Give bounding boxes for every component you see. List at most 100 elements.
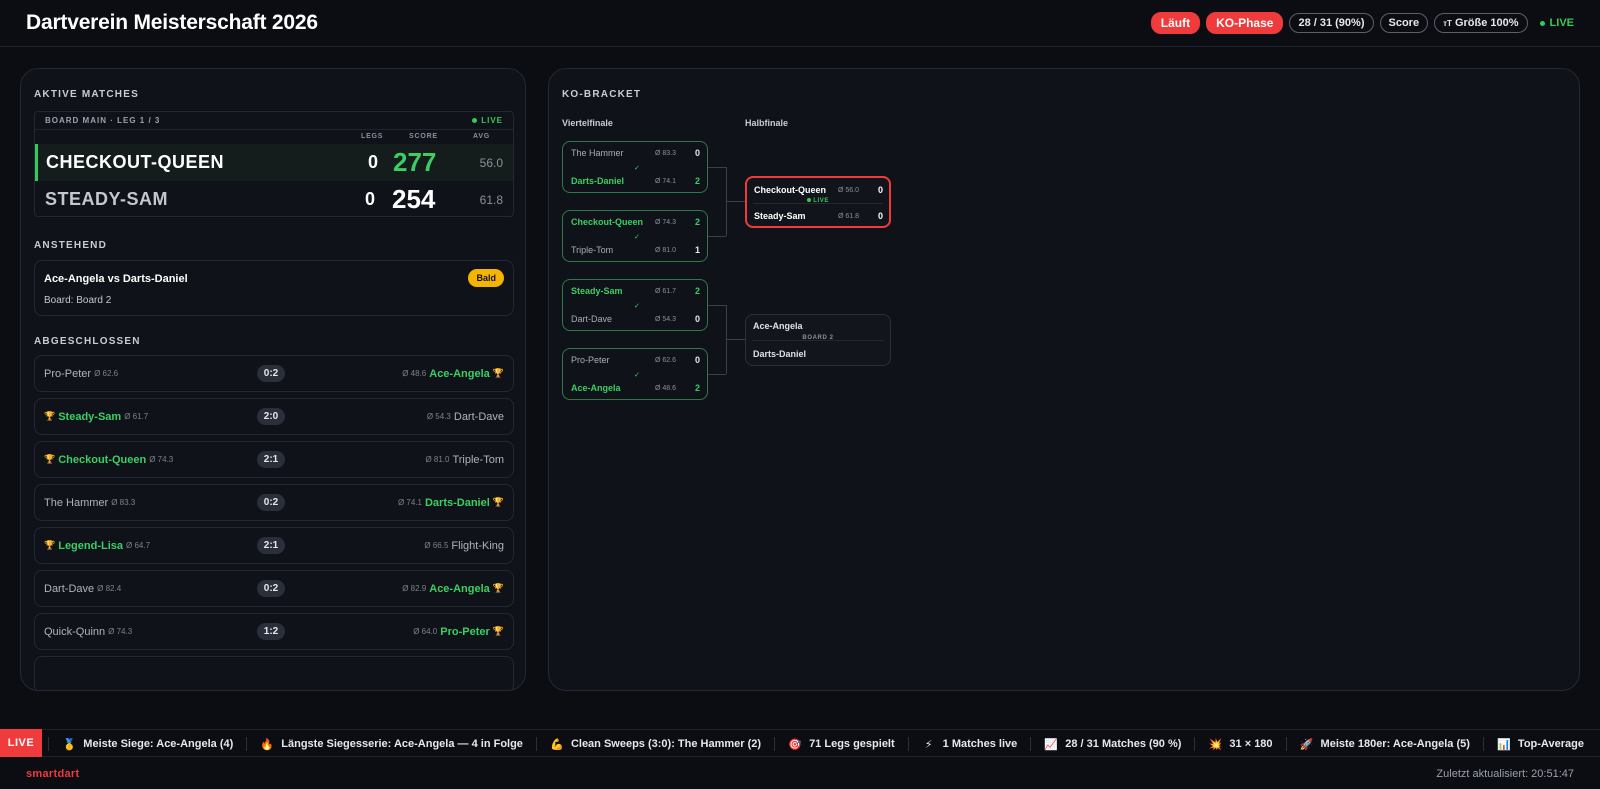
- ticker-icon: 💥: [1208, 738, 1223, 751]
- bracket-player: Pro-Peter: [571, 355, 610, 365]
- player-avg: Ø 82.4: [97, 584, 122, 593]
- semi-player-avg: Ø 56.0: [838, 187, 860, 194]
- quarterfinal-match[interactable]: The Hammer Ø 83.3 0 ✓ Darts-Daniel Ø 74.1 2: [562, 141, 708, 193]
- completed-right-player: Ø 54.3 Dart-Dave: [427, 411, 504, 423]
- player-avg: Ø 81.0: [425, 455, 450, 464]
- checkmark-icon: ✓: [634, 165, 640, 172]
- semifinal-match-pending[interactable]: Ace-Angela BOARD 2 Darts-Daniel: [745, 314, 891, 366]
- checkmark-icon: ✓: [634, 303, 640, 310]
- semi-player-score: 0: [877, 211, 883, 221]
- player-name: Pro-Peter: [440, 625, 490, 638]
- bracket-player-avg: Ø 62.6: [655, 357, 677, 364]
- player-avg: Ø 74.3: [108, 627, 133, 636]
- column-headers: LEGS SCORE AVG: [35, 130, 513, 144]
- col-score: SCORE: [409, 133, 438, 140]
- trophy-icon: 🏆: [44, 454, 56, 464]
- match-score-badge: 2:1: [257, 451, 285, 468]
- player-name: Dart-Dave: [44, 582, 95, 595]
- semi-player: Darts-Daniel: [753, 349, 807, 359]
- match-score-badge: 2:0: [257, 408, 285, 425]
- bracket-player-avg: Ø 81.0: [655, 247, 677, 254]
- player-name: STEADY-SAM: [45, 189, 169, 209]
- quarterfinal-match[interactable]: Pro-Peter Ø 62.6 0 ✓ Ace-Angela Ø 48.6 2: [562, 348, 708, 400]
- bracket-player-score: 1: [694, 245, 700, 255]
- quarterfinal-match[interactable]: Steady-Sam Ø 61.7 2 ✓ Dart-Dave Ø 54.3 0: [562, 279, 708, 331]
- match-score-badge: 1:2: [257, 623, 285, 640]
- ticker-track: 8.5🥇Meiste Siege: Ace-Angela (4)🔥Längste…: [20, 730, 1597, 756]
- col-legs: LEGS: [361, 133, 384, 140]
- bracket-player: The Hammer: [571, 148, 624, 158]
- bracket-panel: KO-BRACKET Viertelfinale Halbfinale The …: [548, 68, 1580, 691]
- progress-badge: 28 / 31 (90%): [1289, 13, 1374, 33]
- bracket-player-avg: Ø 54.3: [655, 316, 677, 323]
- ticker-item: 💪 Clean Sweeps (3:0): The Hammer (2): [535, 737, 774, 751]
- header-bar: Dartverein Meisterschaft 2026 Läuft KO-P…: [0, 0, 1600, 47]
- player-name: Flight-King: [451, 539, 504, 552]
- completed-match-row[interactable]: Quick-Quinn Ø 74.3 1:2 Ø 64.0 Pro-Peter 🏆: [34, 613, 514, 650]
- active-live-indicator: LIVE: [472, 116, 503, 125]
- player-avg: Ø 54.3: [426, 412, 451, 421]
- ticker-item: 🥇 Meiste Siege: Ace-Angela (4): [48, 737, 246, 751]
- bracket-title: KO-BRACKET: [562, 89, 642, 100]
- completed-match-row[interactable]: 🏆 Steady-Sam Ø 61.7 2:0 Ø 54.3 Dart-Dave: [34, 398, 514, 435]
- completed-right-player: Ø 74.1 Darts-Daniel 🏆: [398, 497, 504, 509]
- bracket-player-avg: Ø 74.3: [655, 219, 677, 226]
- upcoming-match-card[interactable]: Ace-Angela vs Darts-Daniel Board: Board …: [34, 260, 514, 316]
- ticker-text: 1 Matches live: [942, 738, 1018, 750]
- player-name: Dart-Dave: [453, 410, 504, 423]
- completed-match-row[interactable]: Dart-Dave Ø 82.4 0:2 Ø 82.9 Ace-Angela 🏆: [34, 570, 514, 607]
- bracket-player-avg: Ø 48.6: [655, 385, 677, 392]
- completed-left-player: Quick-Quinn Ø 74.3: [44, 626, 132, 638]
- match-score-badge: 0:2: [257, 365, 285, 382]
- player-name: Checkout-Queen: [58, 453, 147, 466]
- completed-right-player: Ø 66.5 Flight-King: [424, 540, 504, 552]
- status-badge: Läuft: [1150, 12, 1201, 34]
- ticker-icon: 🥇: [62, 738, 77, 751]
- player-avg: Ø 64.0: [413, 627, 438, 636]
- upcoming-title: ANSTEHEND: [34, 240, 108, 251]
- trophy-icon: 🏆: [44, 540, 56, 550]
- ticker-item: 📈 28 / 31 Matches (90 %): [1030, 737, 1194, 751]
- player-name: Ace-Angela: [429, 582, 490, 595]
- semifinal-match-live[interactable]: Checkout-Queen Ø 56.0 0 LIVE Steady-Sam …: [745, 176, 891, 228]
- ticker-text: Clean Sweeps (3:0): The Hammer (2): [570, 738, 762, 750]
- active-match-card[interactable]: BOARD MAIN · LEG 1 / 3 LIVE LEGS SCORE A…: [34, 111, 514, 217]
- font-size-button[interactable]: ᴛT Größe 100%: [1434, 13, 1528, 33]
- completed-right-player: Ø 48.6 Ace-Angela 🏆: [402, 368, 504, 380]
- player-name: The Hammer: [44, 496, 109, 509]
- score-view-button[interactable]: Score: [1379, 13, 1429, 33]
- completed-left-player: Pro-Peter Ø 62.6: [44, 368, 118, 380]
- active-match-header: BOARD MAIN · LEG 1 / 3 LIVE: [35, 112, 513, 130]
- quarterfinal-match[interactable]: Checkout-Queen Ø 74.3 2 ✓ Triple-Tom Ø 81.0 1: [562, 210, 708, 262]
- completed-match-row[interactable]: 🏆 Legend-Lisa Ø 64.7 2:1 Ø 66.5 Flight-King: [34, 527, 514, 564]
- player-name: CHECKOUT-QUEEN: [46, 152, 225, 172]
- bracket-player-score: 2: [694, 286, 700, 296]
- completed-match-row[interactable]: 🏆 Checkout-Queen Ø 74.3 2:1 Ø 81.0 Triple-Tom: [34, 441, 514, 478]
- player-name: Steady-Sam: [58, 410, 122, 423]
- bracket-connector: [708, 305, 726, 306]
- header-status-group: Läuft KO-Phase 28 / 31 (90%) Score ᴛT Gr…: [1150, 12, 1574, 34]
- ticker-icon: 🔥: [260, 738, 275, 751]
- col-avg: AVG: [473, 133, 491, 140]
- checkmark-icon: ✓: [634, 372, 640, 379]
- semi-live-label: LIVE: [747, 198, 889, 204]
- completed-match-row[interactable]: Pro-Peter Ø 62.6 0:2 Ø 48.6 Ace-Angela 🏆: [34, 355, 514, 392]
- player-avg: Ø 83.3: [111, 498, 136, 507]
- bracket-player-score: 2: [694, 217, 700, 227]
- bracket-player-avg: Ø 61.7: [655, 288, 677, 295]
- ticker-icon: 📈: [1044, 738, 1059, 751]
- player-avg: 56.0: [479, 155, 503, 170]
- bracket-player-score: 0: [694, 314, 700, 324]
- upcoming-board: Board: Board 2: [44, 295, 112, 306]
- bracket-player: Darts-Daniel: [571, 176, 625, 186]
- completed-left-player: 🏆 Checkout-Queen Ø 74.3: [44, 454, 173, 466]
- bracket-player-avg: Ø 74.1: [655, 178, 677, 185]
- active-live-label: LIVE: [481, 116, 503, 125]
- player-name: Quick-Quinn: [44, 625, 106, 638]
- phase-badge: KO-Phase: [1206, 12, 1284, 34]
- active-player-row: CHECKOUT-QUEEN 0 277 56.0: [35, 144, 513, 181]
- completed-match-row[interactable]: The Hammer Ø 83.3 0:2 Ø 74.1 Darts-Daniel 🏆: [34, 484, 514, 521]
- bracket-player: Checkout-Queen: [571, 217, 644, 227]
- player-name: Triple-Tom: [452, 453, 504, 466]
- completed-match-row[interactable]: [34, 656, 514, 690]
